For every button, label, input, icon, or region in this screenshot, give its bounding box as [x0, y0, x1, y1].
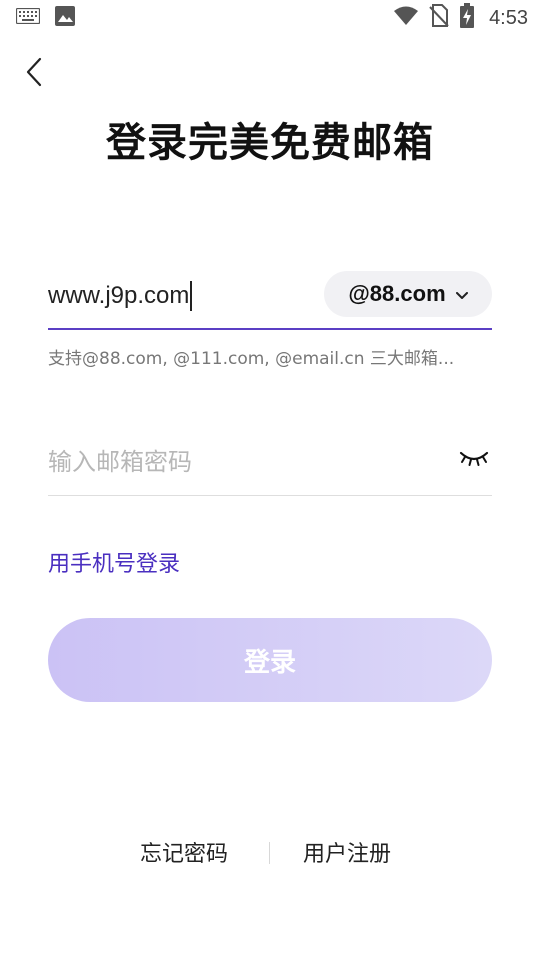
battery-charging-icon — [459, 3, 475, 33]
chevron-down-icon — [455, 285, 468, 304]
email-input-value: www.j9p.com — [48, 282, 190, 309]
register-link[interactable]: 用户注册 — [303, 836, 391, 868]
forgot-password-link[interactable]: 忘记密码 — [140, 836, 228, 868]
footer-links: 忘记密码 用户注册 — [0, 836, 540, 870]
login-button[interactable]: 登录 — [48, 618, 492, 702]
wifi-icon — [393, 6, 419, 30]
email-domain-hint: 支持@88.com, @111.com, @email.cn 三大邮箱... — [48, 349, 455, 369]
back-arrow-icon — [24, 57, 44, 91]
no-sim-icon — [429, 4, 449, 32]
footer-divider — [269, 842, 270, 864]
domain-select[interactable]: @88.com — [324, 271, 492, 317]
password-placeholder: 输入邮箱密码 — [48, 448, 192, 476]
back-button[interactable] — [16, 52, 52, 96]
text-caret — [190, 281, 193, 311]
domain-select-label: @88.com — [348, 281, 446, 306]
eye-closed-icon — [459, 449, 489, 471]
password-input[interactable]: 输入邮箱密码 — [48, 442, 428, 478]
page-title: 登录完美免费邮箱 — [106, 120, 434, 166]
image-icon — [54, 5, 76, 31]
password-field-row: 输入邮箱密码 — [48, 430, 492, 496]
email-input[interactable]: www.j9p.com — [48, 276, 308, 316]
keyboard-icon — [15, 7, 41, 28]
password-visibility-toggle[interactable] — [458, 446, 490, 474]
status-time: 4:53 — [489, 6, 528, 29]
email-field-row: www.j9p.com @88.com — [48, 266, 492, 330]
phone-login-link[interactable]: 用手机号登录 — [48, 546, 180, 578]
status-bar: 4:53 — [0, 0, 540, 36]
